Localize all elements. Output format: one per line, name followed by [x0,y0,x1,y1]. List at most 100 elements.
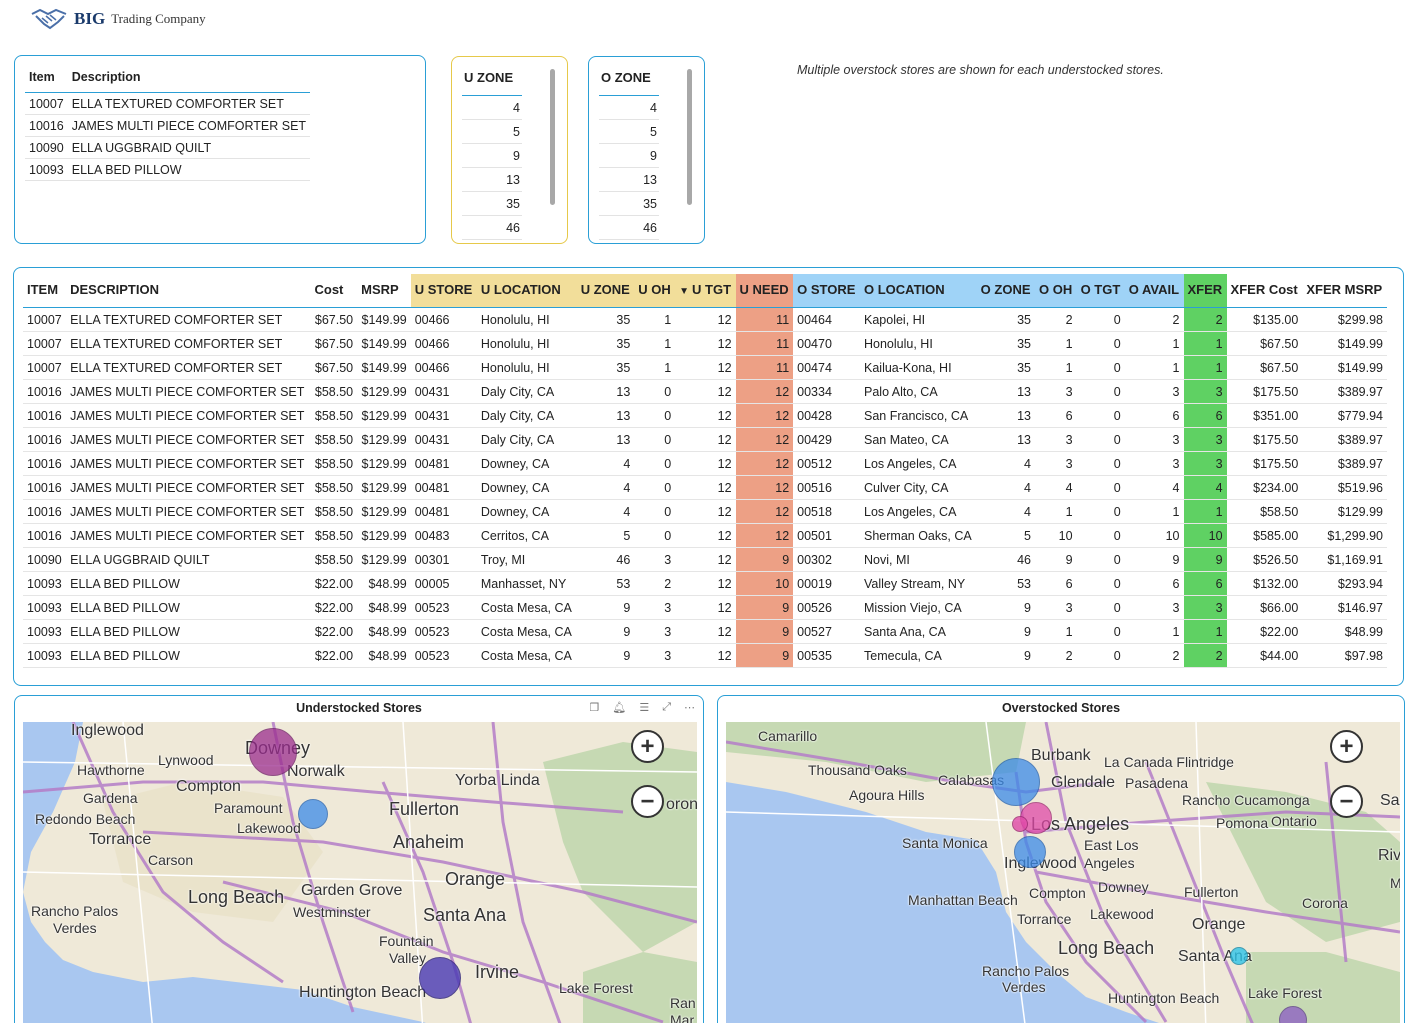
store-bubble[interactable] [1012,816,1028,832]
store-bubble[interactable] [992,758,1040,806]
column-header-o-store[interactable]: O STORE [793,274,860,308]
item-slicer-row[interactable]: 10016 JAMES MULTI PIECE COMFORTER SET [25,114,311,137]
item-header[interactable]: Item [25,68,68,93]
sort-descending-icon[interactable]: ▼ [679,286,689,297]
column-header-label: XFER Cost [1230,282,1298,297]
cell-description: ELLA BED PILLOW [66,619,311,644]
table-row[interactable]: 10007 ELLA TEXTURED COMFORTER SET $67.50 $1… [23,355,1387,380]
zoom-out-button[interactable]: − [631,785,664,818]
cell-o-oh: 4 [1035,475,1077,500]
u-zone-option[interactable]: 5 [462,120,522,144]
zoom-out-button[interactable]: − [1330,785,1363,818]
column-header-o-location[interactable]: O LOCATION [860,274,977,308]
item-number: 10090 [25,136,68,159]
table-row[interactable]: 10016 JAMES MULTI PIECE COMFORTER SET $58.… [23,499,1387,524]
store-bubble[interactable] [419,957,461,999]
store-bubble[interactable] [298,799,328,829]
o-zone-option[interactable]: 9 [599,144,659,168]
item-slicer-row[interactable]: 10007 ELLA TEXTURED COMFORTER SET [25,92,311,115]
table-row[interactable]: 10093 ELLA BED PILLOW $22.00 $48.99 00523 Cos… [23,643,1387,668]
table-row[interactable]: 10007 ELLA TEXTURED COMFORTER SET $67.50 $1… [23,307,1387,332]
store-bubble[interactable] [1230,947,1248,965]
store-bubble[interactable] [1014,836,1046,868]
cell-o-avail: 6 [1124,403,1184,428]
table-row[interactable]: 10093 ELLA BED PILLOW $22.00 $48.99 00523 Cos… [23,595,1387,620]
table-row[interactable]: 10093 ELLA BED PILLOW $22.00 $48.99 00005 Man… [23,571,1387,596]
cell-u-store: 00466 [410,355,477,380]
overstocked-map[interactable]: Camarillo Burbank La Canada Flintridge T… [726,722,1400,1023]
table-row[interactable]: 10016 JAMES MULTI PIECE COMFORTER SET $58.… [23,403,1387,428]
u-zone-option[interactable]: 9 [462,144,522,168]
cell-u-location: Costa Mesa, CA [476,619,577,644]
o-zone-option[interactable]: 4 [599,96,659,120]
column-header-u-need[interactable]: U NEED [735,274,794,308]
column-header-msrp[interactable]: MSRP [357,274,411,308]
cell-xfer: 1 [1183,619,1227,644]
brand-name: BIG [74,9,106,28]
column-header-u-oh[interactable]: U OH [634,274,676,308]
o-zone-option[interactable]: 5 [599,120,659,144]
o-zone-option[interactable]: 13 [599,168,659,192]
column-header-u-store[interactable]: U STORE [410,274,477,308]
more-options-icon[interactable]: ⋯ [684,701,695,714]
column-header-u-zone[interactable]: U ZONE [576,274,635,308]
filter-icon[interactable]: ☰ [639,701,649,714]
column-header-u-location[interactable]: U LOCATION [476,274,577,308]
cell-description: ELLA BED PILLOW [66,595,311,620]
cell-xfer: 9 [1183,547,1227,572]
understocked-map[interactable]: Inglewood Lynwood Downey Hawthorne Norwa… [23,722,697,1023]
column-header-xfer[interactable]: XFER [1183,274,1227,308]
description-header[interactable]: Description [67,68,311,93]
table-row[interactable]: 10016 JAMES MULTI PIECE COMFORTER SET $58.… [23,475,1387,500]
u-zone-scrollbar[interactable] [550,69,555,205]
cell-o-store: 00429 [793,427,860,452]
column-header-o-zone[interactable]: O ZONE [976,274,1035,308]
table-row[interactable]: 10016 JAMES MULTI PIECE COMFORTER SET $58.… [23,379,1387,404]
o-zone-scrollbar[interactable] [687,69,692,205]
column-header-o-tgt[interactable]: O TGT [1076,274,1125,308]
map-label: Lake Forest [559,980,633,996]
o-zone-option[interactable]: 46 [599,216,659,240]
store-bubble[interactable] [249,728,297,776]
table-row[interactable]: 10007 ELLA TEXTURED COMFORTER SET $67.50 $1… [23,331,1387,356]
item-slicer-row[interactable]: 10090 ELLA UGGBRAID QUILT [25,136,311,159]
column-header-o-oh[interactable]: O OH [1035,274,1077,308]
table-row[interactable]: 10093 ELLA BED PILLOW $22.00 $48.99 00523 Cos… [23,619,1387,644]
cell-item: 10090 [23,547,67,572]
cell-description: JAMES MULTI PIECE COMFORTER SET [66,427,311,452]
cell-msrp: $129.99 [357,451,411,476]
column-header-label: O OH [1039,282,1073,297]
cell-msrp: $149.99 [357,331,411,356]
table-row[interactable]: 10090 ELLA UGGBRAID QUILT $58.50 $129.99 003… [23,547,1387,572]
bell-icon[interactable]: 🔔︎ [612,701,626,714]
item-slicer-row[interactable]: 10093 ELLA BED PILLOW [25,158,311,181]
map-label: Lake Forest [1248,985,1322,1001]
o-zone-option[interactable]: 35 [599,192,659,216]
u-zone-option[interactable]: 46 [462,216,522,240]
cell-xfer: 3 [1183,595,1227,620]
table-row[interactable]: 10016 JAMES MULTI PIECE COMFORTER SET $58.… [23,427,1387,452]
u-zone-option[interactable]: 13 [462,168,522,192]
cell-o-tgt: 0 [1076,475,1125,500]
column-header-cost[interactable]: Cost [310,274,358,308]
column-header-description[interactable]: DESCRIPTION [66,274,311,308]
column-header-o-avail[interactable]: O AVAIL [1124,274,1184,308]
column-header-label: O TGT [1080,282,1121,297]
column-header-xfer-cost[interactable]: XFER Cost [1226,274,1303,308]
column-header-u-tgt[interactable]: ▼ U TGT [675,274,736,308]
transfer-table: ITEM DESCRIPTION Cost MSRP U STORE U LOCATION… [23,274,1387,668]
u-zone-option[interactable]: 4 [462,96,522,120]
zoom-in-button[interactable]: + [631,730,664,763]
table-row[interactable]: 10016 JAMES MULTI PIECE COMFORTER SET $58.… [23,523,1387,548]
focus-mode-icon[interactable]: ⤢ [662,701,671,714]
cell-xfer-cost: $585.00 [1226,523,1303,548]
zoom-in-button[interactable]: + [1330,730,1363,763]
cell-u-tgt: 12 [675,379,736,404]
column-header-item[interactable]: ITEM [23,274,67,308]
cell-msrp: $48.99 [357,619,411,644]
copy-icon[interactable]: ❐ [589,701,599,714]
table-row[interactable]: 10016 JAMES MULTI PIECE COMFORTER SET $58.… [23,451,1387,476]
column-header-xfer-msrp[interactable]: XFER MSRP [1302,274,1387,308]
column-header-label: O AVAIL [1128,282,1180,297]
u-zone-option[interactable]: 35 [462,192,522,216]
